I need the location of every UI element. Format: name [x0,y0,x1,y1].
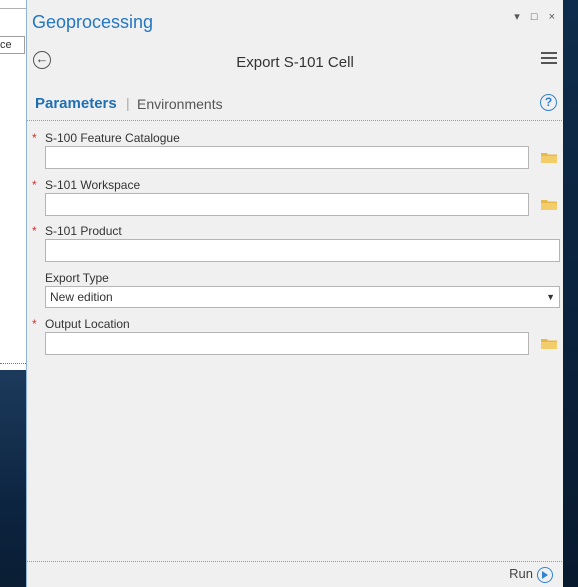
parameters-panel: * S-100 Feature Catalogue * S-101 Worksp… [27,120,562,562]
s101-product-input[interactable] [45,239,560,262]
required-marker: * [32,317,37,331]
s100-feature-catalogue-input[interactable] [45,146,529,169]
param-label: S-100 Feature Catalogue [45,131,180,145]
param-label: Output Location [45,317,130,331]
export-type-select[interactable]: New edition ▼ [45,286,560,308]
tab-bar: Parameters | Environments ? [27,92,563,118]
background-input-fragment[interactable]: ce [0,36,25,54]
chevron-down-icon[interactable]: ▼ [546,287,555,307]
tool-title: Export S-101 Cell [236,54,354,71]
export-type-value: New edition [50,290,113,304]
s101-workspace-input[interactable] [45,193,529,216]
geoprocessing-pane: Geoprocessing ▾ □ × ← Export S-101 Cell … [26,0,563,587]
tab-parameters[interactable]: Parameters [35,95,117,112]
tab-environments[interactable]: Environments [137,96,223,112]
maximize-icon[interactable]: □ [531,11,540,23]
background-divider [0,0,26,9]
tab-separator: | [126,95,130,111]
run-button[interactable]: Run [509,566,553,583]
folder-browse-icon[interactable] [541,199,557,210]
required-marker: * [32,224,37,238]
background-panel: ce [0,0,27,370]
run-label: Run [509,566,533,581]
pane-title: Geoprocessing [32,12,154,32]
pane-title-bar: Geoprocessing ▾ □ × [27,0,563,40]
folder-browse-icon[interactable] [541,338,557,349]
param-label: Export Type [45,271,109,285]
required-marker: * [32,131,37,145]
param-label: S-101 Product [45,224,122,238]
background-dotted-line [0,363,26,364]
dropdown-icon[interactable]: ▾ [514,10,522,23]
folder-browse-icon[interactable] [541,152,557,163]
help-icon[interactable]: ? [540,94,557,111]
close-icon[interactable]: × [549,11,557,23]
param-label: S-101 Workspace [45,178,141,192]
tool-header: ← Export S-101 Cell [27,44,563,80]
pane-footer: Run [27,561,563,587]
background-map [0,370,26,587]
required-marker: * [32,178,37,192]
output-location-input[interactable] [45,332,529,355]
run-play-icon [537,566,553,583]
window-controls: ▾ □ × [510,10,557,23]
hamburger-menu-icon[interactable] [541,52,557,67]
